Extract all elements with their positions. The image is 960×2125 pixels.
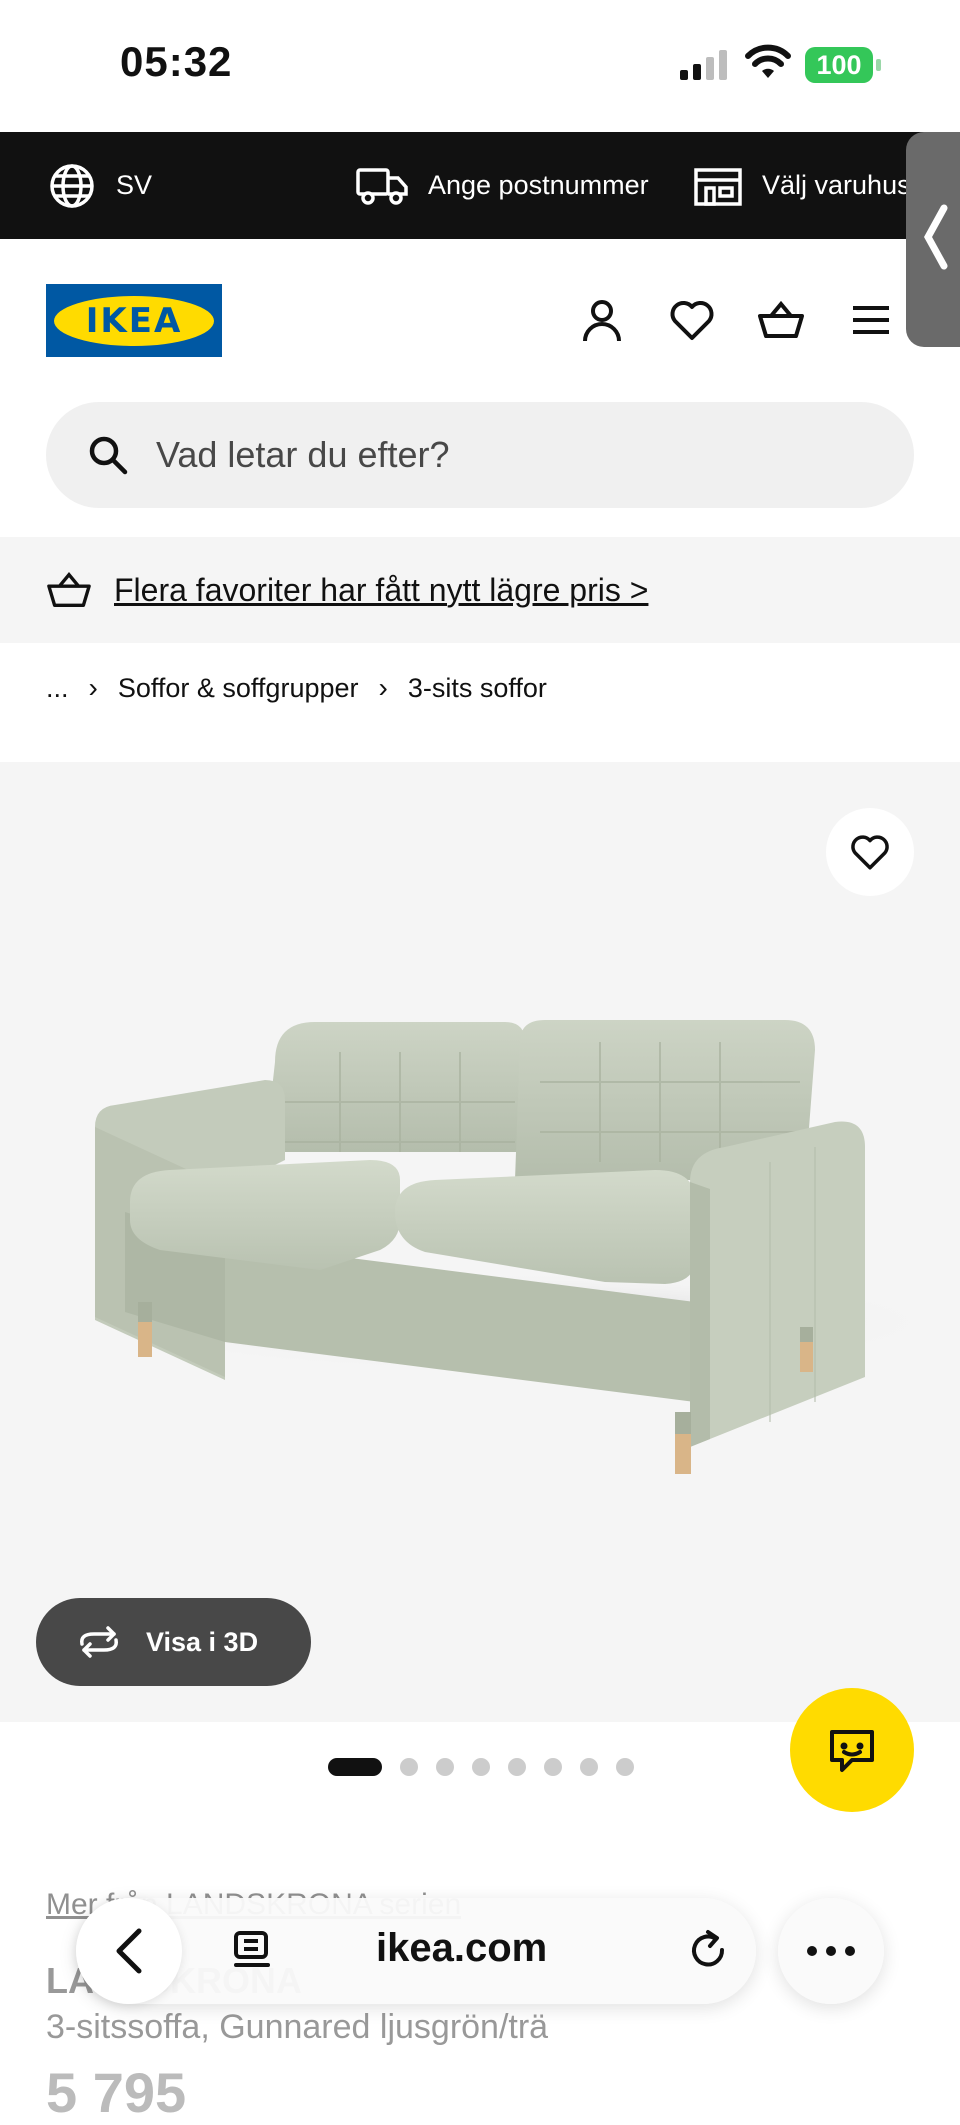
breadcrumb-ellipsis[interactable]: ... xyxy=(46,673,69,704)
search-icon xyxy=(89,436,128,475)
chevron-right-icon: › xyxy=(88,672,98,703)
chat-icon xyxy=(830,1730,874,1772)
cellular-signal-icon xyxy=(680,50,727,80)
carousel-dot[interactable] xyxy=(472,1758,490,1776)
search-input[interactable] xyxy=(154,433,754,477)
account-icon[interactable] xyxy=(578,296,626,344)
language-label: SV xyxy=(116,170,153,200)
globe-icon xyxy=(50,163,94,208)
wifi-icon xyxy=(745,44,791,78)
product-price: 5 795 xyxy=(46,2061,187,2124)
shopping-basket-icon xyxy=(47,572,91,608)
chevron-left-icon xyxy=(116,1928,142,1974)
browser-more-button[interactable] xyxy=(778,1898,884,2004)
heart-icon xyxy=(851,835,889,870)
shopping-basket-icon[interactable] xyxy=(757,296,805,344)
rotate-3d-icon xyxy=(80,1626,118,1658)
store-selector[interactable]: Välj varuhus xyxy=(694,132,911,239)
top-utility-bar: SV Ange postnummer Välj varuhus xyxy=(0,132,960,239)
carousel-dot[interactable] xyxy=(508,1758,526,1776)
chevron-right-icon: › xyxy=(378,672,388,703)
ikea-logo[interactable]: IKEA xyxy=(46,284,222,357)
carousel-dot[interactable] xyxy=(544,1758,562,1776)
wishlist-heart-icon[interactable] xyxy=(668,296,716,344)
menu-hamburger-icon[interactable] xyxy=(847,296,895,344)
carousel-dot[interactable] xyxy=(328,1758,382,1776)
breadcrumb-item-3-seat-sofas[interactable]: 3-sits soffor xyxy=(408,673,547,704)
store-label: Välj varuhus xyxy=(762,170,911,200)
store-icon xyxy=(694,167,742,206)
promo-link[interactable]: Flera favoriter har fått nytt lägre pris… xyxy=(114,572,648,609)
logo-text: IKEA xyxy=(54,295,214,346)
chevron-left-icon xyxy=(924,204,948,270)
browser-url[interactable]: ikea.com xyxy=(376,1926,547,1971)
view-in-3d-label: Visa i 3D xyxy=(146,1626,259,1657)
add-to-favorites-button[interactable] xyxy=(826,808,914,896)
status-time: 05:32 xyxy=(120,38,233,85)
view-in-3d-button[interactable]: Visa i 3D xyxy=(36,1598,311,1686)
carousel-dot[interactable] xyxy=(580,1758,598,1776)
chat-button[interactable] xyxy=(790,1688,914,1812)
delivery-truck-icon xyxy=(356,167,408,205)
search-bar[interactable] xyxy=(46,402,914,508)
carousel-dot[interactable] xyxy=(616,1758,634,1776)
more-dots-icon xyxy=(807,1946,855,1956)
browser-toolbar: ikea.com xyxy=(76,1898,756,2004)
breadcrumb-item-sofas[interactable]: Soffor & soffgrupper xyxy=(118,673,359,704)
language-selector[interactable]: SV xyxy=(48,132,152,239)
carousel-dot[interactable] xyxy=(436,1758,454,1776)
postcode-label: Ange postnummer xyxy=(428,170,649,200)
browser-back-button[interactable] xyxy=(76,1898,182,2004)
product-description: 3-sitssoffa, Gunnared ljusgrön/trä xyxy=(46,2008,549,2046)
side-panel-handle[interactable] xyxy=(906,132,960,347)
product-image-gallery[interactable] xyxy=(0,762,960,1722)
status-bar: 05:32 100 xyxy=(0,0,960,132)
promo-banner: Flera favoriter har fått nytt lägre pris… xyxy=(0,537,960,643)
image-carousel-indicator xyxy=(328,1758,652,1776)
breadcrumb: ... › Soffor & soffgrupper › 3-sits soff… xyxy=(46,668,547,708)
reload-icon[interactable] xyxy=(686,1928,730,1972)
carousel-dot[interactable] xyxy=(400,1758,418,1776)
postcode-link[interactable]: Ange postnummer xyxy=(356,132,649,239)
reader-tabs-icon[interactable] xyxy=(232,1929,272,1973)
sofa-product-image xyxy=(95,1020,940,1474)
battery-indicator: 100 xyxy=(805,47,881,83)
